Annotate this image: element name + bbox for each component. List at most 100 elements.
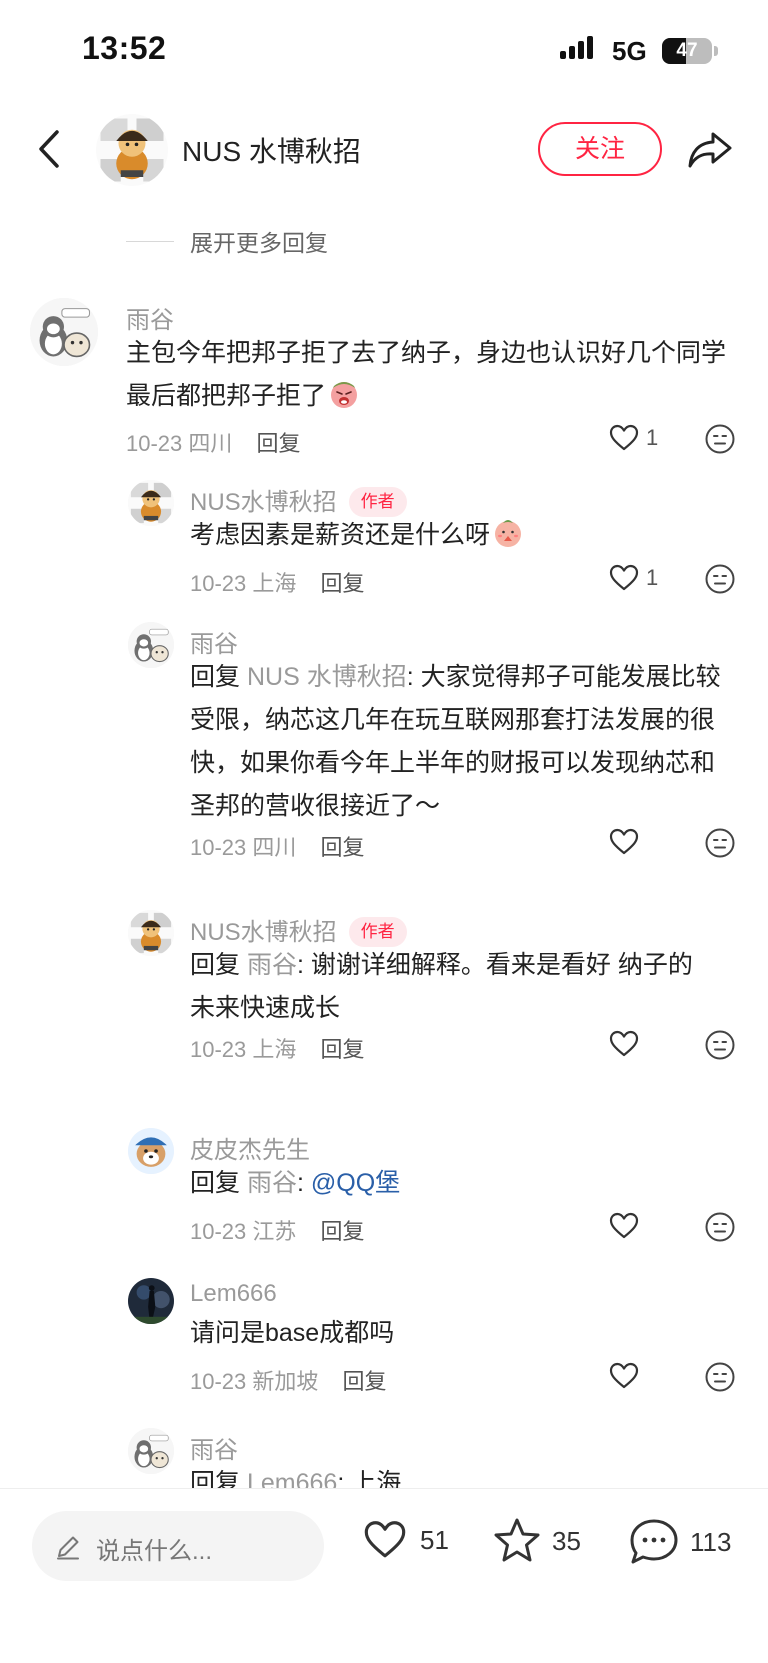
comment-location: 四川 xyxy=(188,431,233,456)
share-arrow-icon[interactable] xyxy=(686,128,734,172)
heart-icon xyxy=(608,826,640,858)
commenter-avatar[interactable] xyxy=(128,910,174,956)
battery-tip xyxy=(714,46,718,56)
heart-icon xyxy=(608,1210,640,1242)
comment-text: 回复 雨谷: @QQ堡 xyxy=(190,1162,736,1205)
like-button[interactable] xyxy=(608,1028,640,1060)
neutral-face-icon[interactable] xyxy=(704,423,736,455)
comment-meta: 10-23 上海 回复 xyxy=(190,1032,365,1064)
like-count: 1 xyxy=(646,425,659,450)
reply-button[interactable]: 回复 xyxy=(343,1369,387,1394)
commenter-name-text: NUS水博秋招 xyxy=(190,919,337,946)
comment-body: 考虑因素是薪资还是什么呀 xyxy=(190,521,491,549)
author-name[interactable]: NUS 水博秋招 xyxy=(182,130,361,170)
battery-level: 47 xyxy=(676,40,698,61)
heart-icon xyxy=(360,1517,410,1563)
status-bar: 13:52 5G 47 xyxy=(0,0,768,100)
commenter-name[interactable]: 雨谷 xyxy=(190,624,238,659)
bottom-action-bar: 说点什么... 51 35 113 xyxy=(0,1488,768,1663)
comment-item: 雨谷 回复 NUS 水博秋招: 大家觉得邦子可能发展比较受限，纳芯这几年在玩互联… xyxy=(0,618,768,878)
post-collect-button[interactable]: 35 xyxy=(492,1517,581,1565)
commenter-avatar[interactable] xyxy=(128,1428,174,1474)
comment-item: Lem666 请问是base成都吗 10-23 新加坡 回复 xyxy=(0,1278,768,1418)
commenter-name[interactable]: 皮皮杰先生 xyxy=(190,1130,310,1165)
pray-emoji-icon xyxy=(492,517,524,549)
pencil-icon xyxy=(57,1536,79,1560)
comment-meta: 10-23 江苏 回复 xyxy=(190,1214,365,1246)
post-like-count: 51 xyxy=(420,1524,449,1555)
like-button[interactable] xyxy=(608,1360,640,1392)
post-collect-count: 35 xyxy=(552,1525,581,1556)
comment-text: 考虑因素是薪资还是什么呀 xyxy=(190,514,736,557)
like-count: 1 xyxy=(646,565,659,590)
back-chevron-icon[interactable] xyxy=(30,124,70,174)
reply-target[interactable]: NUS 水博秋招 xyxy=(247,663,407,691)
status-time: 13:52 xyxy=(82,30,167,66)
commenter-name-text: NUS水博秋招 xyxy=(190,489,337,516)
expand-more-label: 展开更多回复 xyxy=(190,230,328,256)
comment-body: 主包今年把邦子拒了去了纳子，身边也认识好几个同学最后都把邦子拒了 xyxy=(126,339,727,410)
comment-body: : xyxy=(296,1169,311,1197)
comment-item: 雨谷 主包今年把邦子拒了去了纳子，身边也认识好几个同学最后都把邦子拒了 10-2… xyxy=(0,290,768,470)
reply-prefix: 回复 xyxy=(190,1469,241,1488)
neutral-face-icon[interactable] xyxy=(704,1211,736,1243)
post-comment-button[interactable]: 113 xyxy=(628,1517,731,1567)
commenter-avatar[interactable] xyxy=(128,1128,174,1174)
reply-button[interactable]: 回复 xyxy=(321,1219,365,1244)
commenter-name[interactable]: 雨谷 xyxy=(190,1430,238,1465)
follow-button[interactable]: 关注 xyxy=(538,122,662,176)
like-button[interactable]: 1 xyxy=(608,422,658,454)
commenter-name[interactable]: Lem666 xyxy=(190,1280,277,1308)
comment-date: 10-23 xyxy=(190,571,247,596)
cellular-signal-icon xyxy=(560,36,593,59)
like-button[interactable]: 1 xyxy=(608,562,658,594)
comment-date: 10-23 xyxy=(190,1369,247,1394)
comment-text: 请问是base成都吗 xyxy=(190,1319,395,1347)
author-avatar[interactable] xyxy=(96,114,168,186)
star-icon xyxy=(494,1518,540,1562)
expand-more-replies[interactable]: 展开更多回复 xyxy=(126,224,328,258)
comment-location: 江苏 xyxy=(252,1219,297,1244)
comment-meta: 10-23 四川 回复 xyxy=(190,830,365,862)
mention-link[interactable]: @QQ堡 xyxy=(311,1169,400,1197)
comment-meta: 10-23 上海 回复 xyxy=(190,566,365,598)
commenter-avatar[interactable] xyxy=(128,1278,174,1324)
neutral-face-icon[interactable] xyxy=(704,1029,736,1061)
post-like-button[interactable]: 51 xyxy=(360,1517,449,1563)
comment-input[interactable]: 说点什么... xyxy=(32,1511,324,1581)
reply-prefix: 回复 xyxy=(190,663,241,691)
comment-meta: 10-23 四川 回复 xyxy=(126,426,301,458)
comment-list[interactable]: 展开更多回复 雨谷 主包今年把邦子拒了去了纳子，身边也认识好几个同学最后都把邦子… xyxy=(0,200,768,1488)
post-header: NUS 水博秋招 关注 xyxy=(0,100,768,200)
neutral-face-icon[interactable] xyxy=(704,1361,736,1393)
reply-target[interactable]: 雨谷 xyxy=(247,951,297,979)
comment-item: 雨谷 回复 Lem666: 上海 xyxy=(0,1428,768,1488)
reply-button[interactable]: 回复 xyxy=(321,571,365,596)
comment-date: 10-23 xyxy=(190,1219,247,1244)
reply-target[interactable]: 雨谷 xyxy=(247,1169,297,1197)
reply-prefix: 回复 xyxy=(190,1169,241,1197)
reply-button[interactable]: 回复 xyxy=(321,835,365,860)
neutral-face-icon[interactable] xyxy=(704,827,736,859)
comment-item: 皮皮杰先生 回复 雨谷: @QQ堡 10-23 江苏 回复 xyxy=(0,1128,768,1268)
post-comment-count: 113 xyxy=(690,1526,732,1557)
comment-meta: 10-23 新加坡 回复 xyxy=(190,1364,387,1396)
comment-location: 新加坡 xyxy=(252,1369,319,1394)
neutral-face-icon[interactable] xyxy=(704,563,736,595)
like-button[interactable] xyxy=(608,826,640,858)
reply-button[interactable]: 回复 xyxy=(321,1037,365,1062)
like-button[interactable] xyxy=(608,1210,640,1242)
reply-target[interactable]: Lem666 xyxy=(247,1469,337,1488)
commenter-avatar[interactable] xyxy=(30,298,98,366)
comment-date: 10-23 xyxy=(190,835,247,860)
commenter-avatar[interactable] xyxy=(128,480,174,526)
commenter-name[interactable]: 雨谷 xyxy=(126,300,174,335)
comment-bubble-icon xyxy=(630,1519,678,1564)
comment-text: 回复 雨谷: 谢谢详细解释。看来是看好 纳子的未来快速成长 xyxy=(190,944,710,1030)
author-badge: 作者 xyxy=(348,916,407,947)
commenter-avatar[interactable] xyxy=(128,622,174,668)
reply-button[interactable]: 回复 xyxy=(257,431,301,456)
comment-date: 10-23 xyxy=(190,1037,247,1062)
comment-location: 四川 xyxy=(252,835,297,860)
comment-input-placeholder: 说点什么... xyxy=(96,1538,213,1565)
